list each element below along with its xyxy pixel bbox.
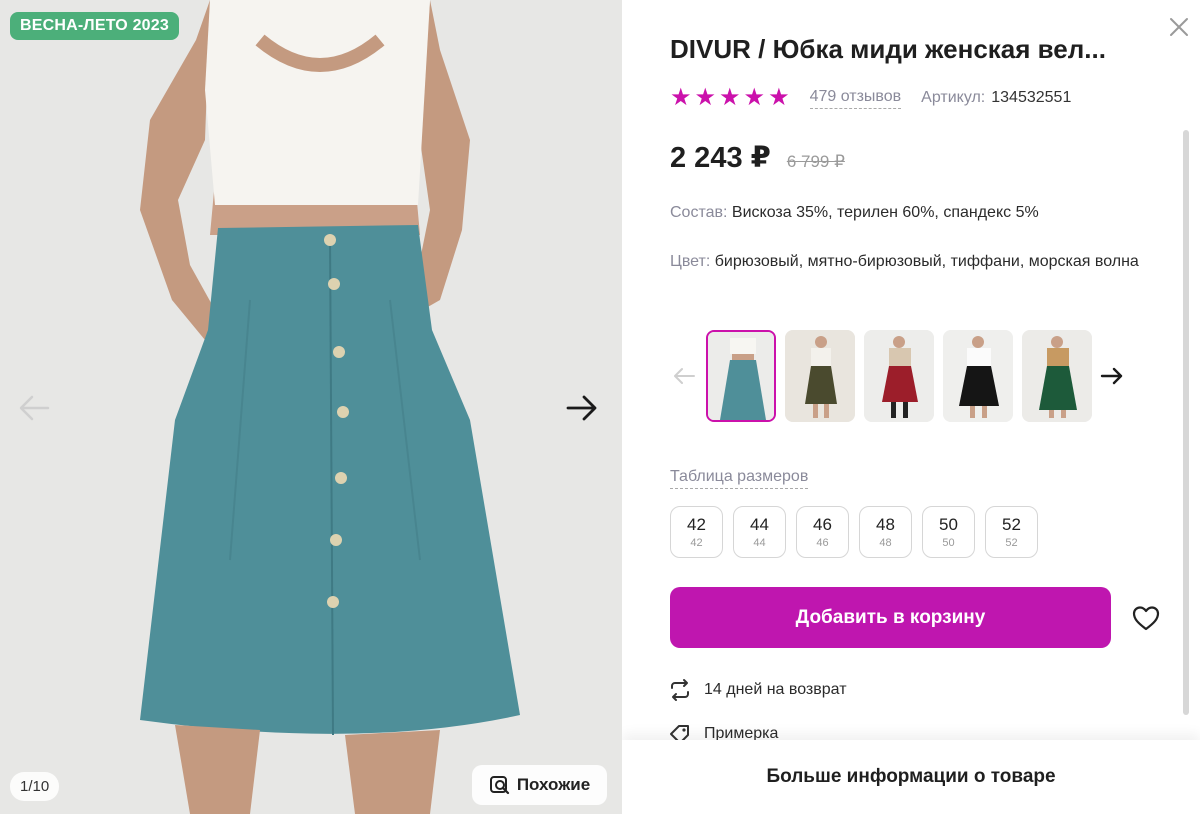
color-label: Цвет: (670, 253, 711, 270)
current-price: 2 243 ₽ (670, 142, 771, 174)
product-panel: DIVUR / Юбка миди женская вел... ★ ★ ★ ★… (622, 0, 1200, 814)
more-info-button[interactable]: Больше информации о товаре (622, 740, 1200, 814)
size-main-label: 46 (813, 515, 832, 534)
size-main-label: 44 (750, 515, 769, 534)
similar-button[interactable]: Похожие (472, 765, 607, 805)
star-icon: ★ (743, 84, 766, 111)
star-icon: ★ (768, 84, 790, 111)
variant-thumb-olive[interactable] (785, 330, 855, 422)
size-sub-label: 44 (753, 537, 766, 549)
size-option-48[interactable]: 48 48 (859, 506, 912, 558)
price-row: 2 243 ₽ 6 799 ₽ (670, 140, 845, 175)
size-option-52[interactable]: 52 52 (985, 506, 1038, 558)
return-arrows-icon (671, 679, 689, 701)
returns-info: 14 дней на возврат (668, 678, 847, 702)
variants-prev-icon[interactable] (670, 362, 698, 390)
size-main-label: 42 (687, 515, 706, 534)
arrow-right-icon (566, 395, 597, 421)
size-option-42[interactable]: 42 42 (670, 506, 723, 558)
color-value: бирюзовый, мятно-бирюзовый, тиффани, мор… (714, 253, 1139, 270)
article-value: 134532551 (991, 89, 1072, 106)
variant-thumb-red[interactable] (864, 330, 934, 422)
gallery-next-button[interactable] (562, 388, 602, 428)
size-main-label: 52 (1002, 515, 1021, 534)
rating-stars: ★ ★ ★ ★ ★ (670, 86, 790, 110)
size-sub-label: 50 (942, 537, 955, 549)
product-photo (0, 0, 622, 814)
variants-next-icon[interactable] (1098, 362, 1126, 390)
color-variants (670, 328, 1130, 423)
variant-image (708, 332, 774, 420)
panel-scrollbar[interactable] (1183, 130, 1189, 715)
heart-icon[interactable] (1130, 602, 1162, 634)
returns-label: 14 дней на возврат (704, 681, 847, 698)
size-main-label: 48 (876, 515, 895, 534)
size-sub-label: 48 (879, 537, 892, 549)
add-to-cart-button[interactable]: Добавить в корзину (670, 587, 1111, 648)
season-badge: ВЕСНА-ЛЕТО 2023 (10, 12, 179, 40)
size-sub-label: 52 (1005, 537, 1018, 549)
variant-image (864, 330, 934, 422)
photo-counter: 1/10 (10, 772, 60, 801)
close-icon[interactable] (1166, 14, 1192, 40)
star-icon: ★ (694, 84, 717, 111)
size-option-44[interactable]: 44 44 (733, 506, 786, 558)
variant-image (943, 330, 1013, 422)
reviews-link[interactable]: 479 отзывов (809, 88, 902, 109)
size-selector: 42 42 44 44 46 46 48 48 50 50 52 52 (670, 506, 1038, 558)
old-price: 6 799 ₽ (786, 152, 845, 171)
product-title: DIVUR / Юбка миди женская вел... (670, 34, 1106, 64)
arrow-left-icon (19, 395, 50, 421)
article-label: Артикул: (921, 89, 986, 106)
size-option-50[interactable]: 50 50 (922, 506, 975, 558)
size-table-link[interactable]: Таблица размеров (670, 468, 809, 489)
product-gallery: ВЕСНА-ЛЕТО 2023 1/10 Похожие (0, 0, 622, 814)
variant-thumb-green[interactable] (1022, 330, 1092, 422)
composition-label: Состав: (670, 204, 728, 221)
variant-image (1022, 330, 1092, 422)
size-sub-label: 42 (690, 537, 703, 549)
size-main-label: 50 (939, 515, 958, 534)
variant-image (785, 330, 855, 422)
color-spec: Цвет: бирюзовый, мятно-бирюзовый, тиффан… (670, 249, 1150, 274)
star-icon: ★ (719, 84, 741, 111)
search-image-icon (489, 776, 509, 795)
variant-thumb-black[interactable] (943, 330, 1013, 422)
rating-row: ★ ★ ★ ★ ★ 479 отзывов Артикул: 134532551 (670, 86, 1071, 110)
size-sub-label: 46 (816, 537, 829, 549)
gallery-prev-button[interactable] (14, 388, 54, 428)
composition-value: Вискоза 35%, терилен 60%, спандекс 5% (731, 204, 1039, 221)
similar-label: Похожие (516, 775, 591, 794)
composition-spec: Состав: Вискоза 35%, терилен 60%, спанде… (670, 200, 1150, 225)
variant-thumb-teal[interactable] (706, 330, 776, 422)
star-icon: ★ (670, 84, 692, 111)
size-option-46[interactable]: 46 46 (796, 506, 849, 558)
